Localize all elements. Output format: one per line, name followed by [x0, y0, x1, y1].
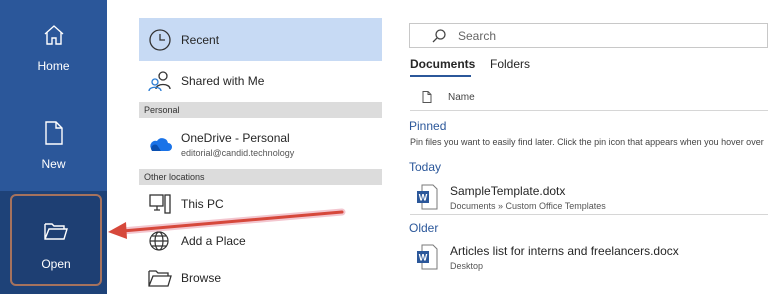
name-column-label: Name — [448, 91, 475, 103]
place-this-pc[interactable]: This PC — [139, 187, 382, 221]
globe-add-icon — [143, 229, 177, 253]
backstage-nav: Home New Open — [0, 0, 107, 294]
tab-documents-underline — [410, 75, 471, 77]
nav-new-label: New — [41, 157, 66, 171]
open-folder-icon — [44, 221, 68, 244]
computer-icon — [143, 192, 177, 216]
file-row[interactable]: W Articles list for interns and freelanc… — [410, 239, 768, 275]
nav-open-button[interactable]: Open — [10, 194, 102, 286]
place-recent[interactable]: Recent — [139, 18, 382, 61]
place-add-a-place[interactable]: Add a Place — [139, 223, 382, 259]
section-header-personal: Personal — [139, 102, 382, 118]
word-document-icon: W — [417, 244, 438, 270]
clock-icon — [143, 28, 177, 52]
place-recent-label: Recent — [181, 32, 220, 47]
place-browse[interactable]: Browse — [139, 261, 382, 294]
file-type-icon — [422, 91, 432, 103]
home-icon — [41, 22, 67, 48]
place-shared-label: Shared with Me — [181, 74, 265, 88]
file-row[interactable]: W SampleTemplate.dotx Documents » Custom… — [410, 179, 768, 215]
nav-home-button[interactable]: Home — [0, 22, 107, 82]
pinned-hint-text: Pin files you want to easily find later.… — [410, 137, 764, 147]
group-header-pinned: Pinned — [409, 119, 447, 133]
search-input[interactable] — [458, 28, 708, 43]
svg-text:W: W — [419, 253, 428, 263]
shared-people-icon — [143, 69, 177, 93]
new-document-icon — [41, 120, 67, 146]
divider — [410, 214, 768, 215]
word-template-icon: W — [417, 184, 438, 210]
name-column-header[interactable]: Name — [422, 91, 475, 103]
nav-open-label: Open — [41, 257, 71, 271]
svg-text:W: W — [419, 193, 428, 203]
section-header-other-locations: Other locations — [139, 169, 382, 185]
group-header-today: Today — [409, 160, 442, 174]
group-header-older: Older — [409, 221, 439, 235]
file-path: Documents » Custom Office Templates — [450, 200, 606, 211]
place-browse-label: Browse — [181, 271, 222, 285]
tab-documents[interactable]: Documents — [410, 57, 475, 71]
file-path: Desktop — [450, 260, 484, 271]
onedrive-cloud-icon — [143, 136, 177, 152]
place-onedrive-personal[interactable]: OneDrive - Personal editorial@candid.tec… — [139, 120, 382, 168]
place-add-label: Add a Place — [181, 234, 246, 248]
file-name: Articles list for interns and freelancer… — [450, 243, 679, 258]
place-shared-with-me[interactable]: Shared with Me — [139, 61, 382, 101]
divider — [410, 110, 768, 111]
file-name: SampleTemplate.dotx — [450, 183, 566, 198]
nav-home-label: Home — [37, 59, 70, 73]
nav-new-button[interactable]: New — [0, 120, 107, 180]
search-box[interactable] — [409, 23, 768, 48]
onedrive-title: OneDrive - Personal — [181, 130, 290, 145]
onedrive-email: editorial@candid.technology — [181, 147, 295, 158]
search-icon — [432, 28, 446, 42]
open-places-list: Recent Shared with Me Personal OneDrive … — [139, 0, 382, 294]
place-this-pc-label: This PC — [181, 197, 224, 211]
browse-folder-icon — [143, 268, 177, 288]
tab-folders[interactable]: Folders — [490, 57, 530, 71]
